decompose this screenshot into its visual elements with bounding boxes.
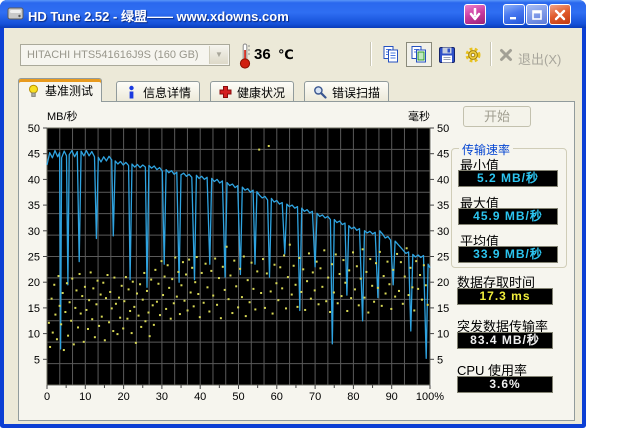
maximize-icon <box>532 9 542 20</box>
svg-text:20: 20 <box>117 391 129 403</box>
tab-benchmark[interactable]: 基准测试 <box>18 78 103 102</box>
info-icon <box>129 85 134 99</box>
svg-text:45: 45 <box>28 149 40 161</box>
tab-info[interactable]: 信息详情 <box>116 81 201 102</box>
app-icon <box>7 7 24 20</box>
desktop: HD Tune 2.52 - 绿盟—— www.xdowns.com HITAC… <box>0 0 640 431</box>
drive-select[interactable]: HITACHI HTS541616J9S (160 GB) ▼ <box>20 44 230 66</box>
svg-text:40: 40 <box>437 174 449 186</box>
window-title: HD Tune 2.52 - 绿盟—— www.xdowns.com <box>28 9 289 24</box>
svg-text:45: 45 <box>437 149 449 161</box>
hdtune-window: HD Tune 2.52 - 绿盟—— www.xdowns.com HITAC… <box>0 0 586 428</box>
combo-arrow-icon: ▼ <box>209 46 228 64</box>
svg-text:40: 40 <box>194 391 206 403</box>
tab-benchmark-label: 基准测试 <box>45 84 94 98</box>
exit-button-label: 退出(X) <box>518 52 562 67</box>
options-icon <box>465 46 481 63</box>
copy-screenshot-button[interactable] <box>406 42 432 67</box>
avg-value-field: 33.9 MB/秒 <box>458 246 558 263</box>
svg-text:30: 30 <box>156 391 168 403</box>
svg-text:5: 5 <box>437 354 443 366</box>
save-button[interactable] <box>434 42 460 67</box>
svg-text:25: 25 <box>437 252 449 264</box>
download-button[interactable] <box>464 4 486 25</box>
tab-health-label: 健康状况 <box>237 85 286 100</box>
download-arrow-icon <box>469 8 481 21</box>
svg-text:MB/秒: MB/秒 <box>47 109 78 123</box>
svg-text:60: 60 <box>271 391 283 403</box>
start-button[interactable]: 开始 <box>463 106 531 127</box>
tab-error-scan-label: 错误扫描 <box>332 85 381 100</box>
svg-text:0: 0 <box>44 391 50 403</box>
svg-text:30: 30 <box>437 226 449 238</box>
toolbar-separator <box>370 42 372 66</box>
copy-icon <box>383 46 398 63</box>
drive-select-value: HITACHI HTS541616J9S (160 GB) <box>27 49 199 61</box>
svg-text:35: 35 <box>437 200 449 212</box>
svg-text:5: 5 <box>34 354 40 366</box>
svg-text:90: 90 <box>386 391 398 403</box>
svg-text:100%: 100% <box>416 391 444 403</box>
svg-text:25: 25 <box>28 252 40 264</box>
max-value-field: 45.9 MB/秒 <box>458 208 558 225</box>
svg-text:20: 20 <box>437 277 449 289</box>
exit-x-icon <box>500 48 512 61</box>
benchmark-chart: 50 5045 4540 4035 3530 3025 2520 2015 1510 105 50 1… <box>28 109 450 403</box>
minimize-button[interactable] <box>503 4 525 25</box>
minimize-icon <box>510 16 516 19</box>
thermometer-icon <box>239 43 251 69</box>
access-time-field: 17.3 ms <box>457 288 553 305</box>
copy-image-icon <box>411 46 426 63</box>
close-button[interactable] <box>549 4 571 25</box>
svg-text:15: 15 <box>437 303 449 315</box>
svg-text:毫秒: 毫秒 <box>408 109 430 123</box>
svg-text:15: 15 <box>28 303 40 315</box>
cpu-usage-field: 3.6% <box>457 376 553 393</box>
tab-info-label: 信息详情 <box>143 85 192 100</box>
svg-text:35: 35 <box>28 200 40 212</box>
health-cross-icon <box>219 86 232 98</box>
benchmark-page: 50 50 45 45 40 40 35 35 30 30 25 25 20 20 15 15 10 10 5 5 0 1… <box>18 101 575 421</box>
titlebar[interactable]: HD Tune 2.52 - 绿盟—— www.xdowns.com <box>0 0 586 28</box>
min-value-field: 5.2 MB/秒 <box>458 170 558 187</box>
svg-text:10: 10 <box>437 329 449 341</box>
temperature-value: 36 <box>254 46 271 63</box>
bulb-icon <box>29 84 38 97</box>
svg-text:50: 50 <box>232 391 244 403</box>
maximize-button[interactable] <box>526 4 548 25</box>
transfer-rate-group: 最小值 5.2 MB/秒 最大值 45.9 MB/秒 平均值 33.9 MB/秒 <box>451 148 567 268</box>
svg-text:50: 50 <box>437 123 449 135</box>
tab-health[interactable]: 健康状况 <box>210 81 295 102</box>
close-icon <box>554 9 566 20</box>
svg-text:30: 30 <box>28 226 40 238</box>
toolbar-separator-2 <box>490 42 492 66</box>
copy-button[interactable] <box>378 42 404 67</box>
temperature-unit: ℃ <box>278 47 294 62</box>
svg-text:80: 80 <box>347 391 359 403</box>
save-icon <box>439 46 455 63</box>
svg-text:10: 10 <box>28 329 40 341</box>
transfer-rate-group-title: 传输速率 <box>459 141 514 158</box>
svg-text:70: 70 <box>309 391 321 403</box>
tab-error-scan[interactable]: 错误扫描 <box>304 81 390 102</box>
magnifier-icon <box>314 86 327 99</box>
svg-text:10: 10 <box>79 391 91 403</box>
exit-button[interactable] <box>496 42 516 67</box>
svg-text:40: 40 <box>28 174 40 186</box>
burst-rate-field: 83.4 MB/秒 <box>457 332 553 349</box>
svg-text:20: 20 <box>28 277 40 289</box>
options-button[interactable] <box>460 42 486 67</box>
svg-text:50: 50 <box>28 123 40 135</box>
